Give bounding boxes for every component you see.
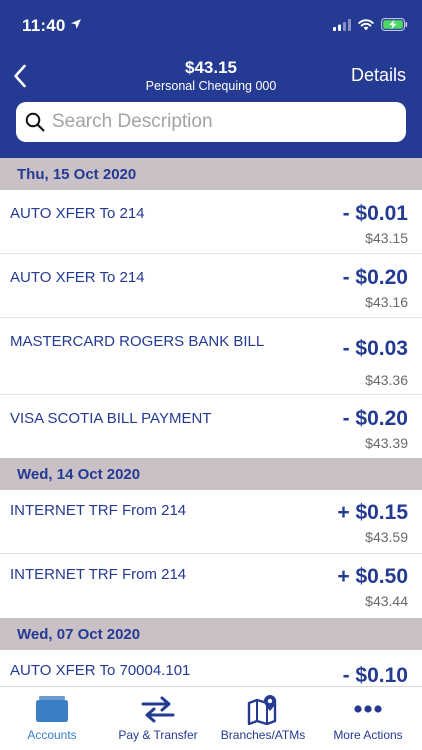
tab-more-actions[interactable]: More Actions — [316, 687, 420, 750]
location-arrow-icon — [71, 19, 81, 29]
date-header: Thu, 15 Oct 2020 — [0, 158, 422, 190]
tab-label: Accounts — [27, 728, 77, 742]
transaction-amount: - $0.03 — [342, 337, 408, 360]
cellular-signal-icon — [333, 18, 351, 31]
more-dots-icon — [354, 705, 382, 713]
running-balance: $43.15 — [365, 230, 408, 246]
transaction-description: AUTO XFER To 214 — [10, 205, 145, 222]
running-balance: $43.59 — [365, 529, 408, 545]
app-header: 11:40 $43.15 Personal Chequing 000 Detai… — [0, 0, 422, 158]
status-icons — [333, 18, 408, 31]
running-balance: $43.36 — [365, 372, 408, 388]
transaction-row[interactable]: VISA SCOTIA BILL PAYMENT - $0.20 $43.39 — [0, 395, 422, 458]
status-time: 11:40 — [22, 16, 66, 35]
running-balance: $43.39 — [365, 435, 408, 451]
search-bar[interactable] — [16, 102, 406, 142]
transaction-amount: + $0.15 — [337, 501, 408, 524]
bottom-tab-bar: Accounts Pay & Transfer Branches/ATMs Mo… — [0, 686, 422, 750]
running-balance: $43.16 — [365, 294, 408, 310]
transaction-description: AUTO XFER To 70004.101 — [10, 662, 191, 679]
date-header: Wed, 07 Oct 2020 — [0, 618, 422, 650]
transaction-description: INTERNET TRF From 214 — [10, 566, 187, 583]
transaction-amount: - $0.20 — [342, 407, 408, 430]
transaction-description: VISA SCOTIA BILL PAYMENT — [10, 410, 212, 427]
tab-branches-atms[interactable]: Branches/ATMs — [211, 687, 315, 750]
transaction-row[interactable]: AUTO XFER To 214 - $0.01 $43.15 — [0, 190, 422, 254]
transaction-amount: - $0.10 — [342, 664, 408, 686]
transaction-amount: - $0.01 — [342, 202, 408, 225]
wallet-icon — [36, 696, 68, 722]
tab-label: Pay & Transfer — [118, 728, 198, 742]
transaction-list[interactable]: Thu, 15 Oct 2020 AUTO XFER To 214 - $0.0… — [0, 158, 422, 686]
transaction-description: INTERNET TRF From 214 — [10, 502, 187, 519]
transaction-amount: - $0.20 — [342, 266, 408, 289]
transaction-description: AUTO XFER To 214 — [10, 269, 145, 286]
search-icon — [25, 112, 45, 132]
transaction-description: MASTERCARD ROGERS BANK BILL — [10, 333, 265, 350]
transaction-amount: + $0.50 — [337, 565, 408, 588]
details-button[interactable]: Details — [351, 65, 406, 86]
map-pin-icon — [247, 695, 277, 725]
transaction-row[interactable]: INTERNET TRF From 214 + $0.50 $43.44 — [0, 554, 422, 618]
transfer-arrows-icon — [141, 696, 175, 723]
transaction-row[interactable]: AUTO XFER To 70004.101 - $0.10 — [0, 650, 422, 686]
tab-label: More Actions — [333, 728, 403, 742]
wifi-icon — [358, 18, 374, 30]
tab-accounts[interactable]: Accounts — [0, 687, 104, 750]
tab-pay-transfer[interactable]: Pay & Transfer — [106, 687, 210, 750]
transaction-row[interactable]: AUTO XFER To 214 - $0.20 $43.16 — [0, 254, 422, 318]
transaction-row[interactable]: INTERNET TRF From 214 + $0.15 $43.59 — [0, 490, 422, 554]
battery-charging-icon — [381, 18, 408, 31]
transaction-row[interactable]: MASTERCARD ROGERS BANK BILL - $0.03 $43.… — [0, 318, 422, 395]
running-balance: $43.44 — [365, 593, 408, 609]
tab-label: Branches/ATMs — [220, 728, 306, 742]
date-header: Wed, 14 Oct 2020 — [0, 458, 422, 490]
search-input[interactable] — [52, 111, 392, 133]
